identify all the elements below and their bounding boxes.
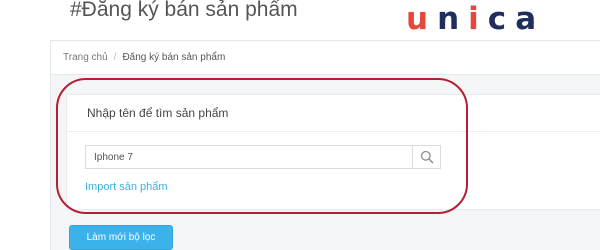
product-search-input[interactable] <box>86 146 413 168</box>
brand-letter-1: n <box>437 1 460 37</box>
card-header: Nhập tên để tìm sản phẩm <box>67 95 600 132</box>
brand-logo: unica <box>406 2 546 36</box>
page-title: #Đăng ký bán sản phẩm <box>70 0 298 21</box>
breadcrumb-home-link[interactable]: Trang chủ <box>63 52 108 63</box>
search-button[interactable] <box>412 146 440 168</box>
reset-filter-button[interactable]: Làm mới bộ lọc <box>69 225 173 250</box>
product-search-box <box>85 145 441 169</box>
breadcrumb-separator: / <box>113 52 117 63</box>
breadcrumb-current: Đăng ký bán sản phẩm <box>122 52 226 63</box>
brand-letter-4: a <box>515 1 537 37</box>
brand-letter-0: u <box>406 1 429 37</box>
brand-letter-2: i <box>468 1 479 37</box>
product-search-card: Nhập tên để tìm sản phẩm Import sản phẩm <box>66 94 600 210</box>
screenshot: #Đăng ký bán sản phẩm unica Trang chủ / … <box>0 0 600 250</box>
card-title: Nhập tên để tìm sản phẩm <box>87 106 229 120</box>
search-icon <box>420 150 433 164</box>
import-products-link[interactable]: Import sản phẩm <box>85 181 168 193</box>
breadcrumb: Trang chủ / Đăng ký bán sản phẩm <box>51 41 600 75</box>
brand-letter-3: c <box>487 1 507 37</box>
